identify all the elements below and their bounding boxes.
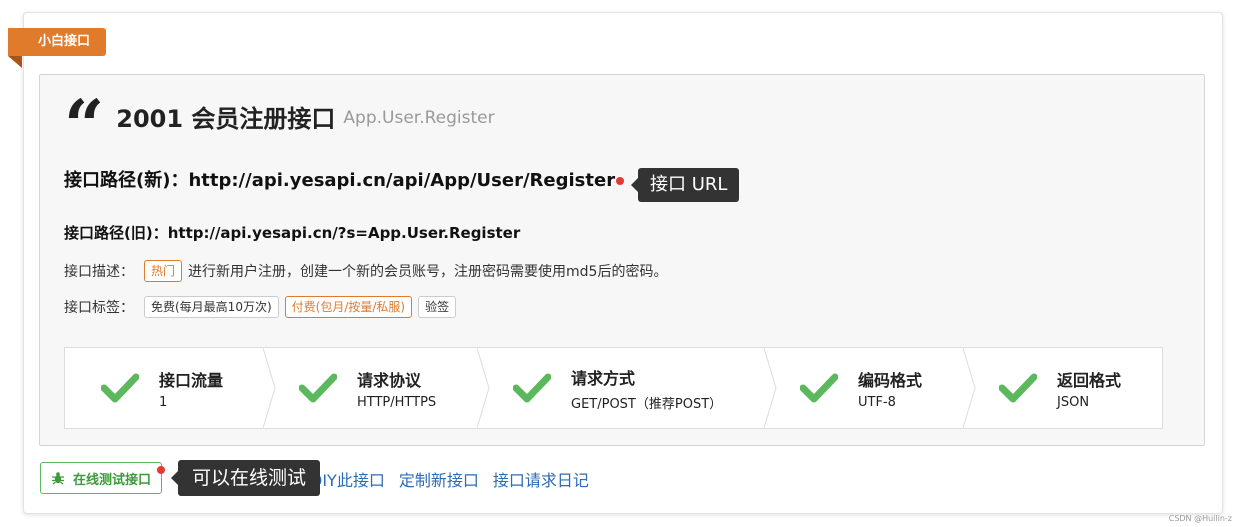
new-url-label: 接口路径(新)： — [64, 170, 189, 191]
step-title: 返回格式 — [1057, 370, 1122, 390]
description-text: 进行新用户注册，创建一个新的会员账号，注册密码需要使用md5后的密码。 — [188, 264, 668, 280]
diy-api-link[interactable]: DIY此接口 — [310, 467, 385, 491]
check-icon — [101, 373, 139, 403]
quote-icon: “ — [64, 84, 105, 167]
custom-api-link[interactable]: 定制新接口 — [399, 467, 479, 491]
step-title: 请求协议 — [357, 370, 422, 390]
check-icon — [800, 373, 838, 403]
old-url-value[interactable]: http://api.yesapi.cn/?s=App.User.Registe… — [168, 224, 521, 242]
tag-signature[interactable]: 验签 — [418, 296, 457, 318]
check-icon — [999, 373, 1037, 403]
api-properties-steps: 接口流量 1 请求协议 HTTP/HTTPS 请求方式 GET/POST（推荐POST… — [64, 347, 1163, 429]
hot-badge: 热门 — [144, 260, 183, 282]
step-traffic: 接口流量 1 — [65, 348, 263, 428]
step-return-format: 返回格式 JSON — [963, 348, 1162, 428]
ribbon-fold — [8, 56, 22, 68]
step-protocol: 请求协议 HTTP/HTTPS — [263, 348, 477, 428]
description-row: 接口描述： 热门 进行新用户注册，创建一个新的会员账号，注册密码需要使用md5后… — [64, 260, 667, 282]
bug-icon — [52, 472, 64, 485]
category-ribbon: 小白接口 — [8, 28, 107, 56]
check-icon — [513, 373, 551, 403]
online-test-label: 在线测试接口 — [73, 472, 152, 488]
step-title: 请求方式 — [571, 368, 636, 388]
page-title: 2001 会员注册接口 — [116, 104, 336, 133]
url-tooltip: 接口 URL — [630, 168, 740, 202]
api-title-row: “ 2001 会员注册接口 App.User.Register — [64, 90, 495, 161]
step-title: 接口流量 — [159, 370, 224, 390]
step-value: UTF-8 — [858, 394, 896, 410]
step-value: 1 — [159, 394, 168, 410]
step-method: 请求方式 GET/POST（推荐POST） — [477, 348, 764, 428]
request-log-link[interactable]: 接口请求日记 — [493, 467, 589, 491]
old-url-row: 接口路径(旧)：http://api.yesapi.cn/?s=App.User… — [64, 222, 520, 243]
test-tooltip: 可以在线测试 — [170, 460, 321, 496]
tag-free[interactable]: 免费(每月最高10万次) — [144, 296, 279, 318]
tooltip-marker-dot — [616, 177, 624, 185]
tag-paid[interactable]: 付费(包月/按量/私服) — [284, 296, 413, 318]
step-title: 编码格式 — [858, 370, 923, 390]
check-icon — [299, 373, 337, 403]
step-encoding: 编码格式 UTF-8 — [764, 348, 963, 428]
footer-links: DIY此接口 定制新接口 接口请求日记 — [310, 467, 589, 491]
online-test-button[interactable]: 在线测试接口 — [40, 462, 163, 494]
api-service-name: App.User.Register — [343, 108, 495, 128]
description-label: 接口描述： — [64, 264, 134, 280]
step-value: GET/POST（推荐POST） — [571, 396, 723, 412]
new-url-row: 接口路径(新)：http://api.yesapi.cn/api/App/Use… — [64, 166, 615, 192]
watermark: CSDN @Huilin-z — [1168, 514, 1232, 523]
tags-row: 接口标签： 免费(每月最高10万次) 付费(包月/按量/私服) 验签 — [64, 296, 462, 318]
new-url-value[interactable]: http://api.yesapi.cn/api/App/User/Regist… — [188, 170, 615, 191]
step-value: HTTP/HTTPS — [357, 394, 437, 410]
tags-label: 接口标签： — [64, 300, 134, 316]
tooltip-marker-dot — [157, 466, 165, 474]
step-value: JSON — [1057, 394, 1090, 410]
old-url-label: 接口路径(旧)： — [64, 224, 168, 242]
